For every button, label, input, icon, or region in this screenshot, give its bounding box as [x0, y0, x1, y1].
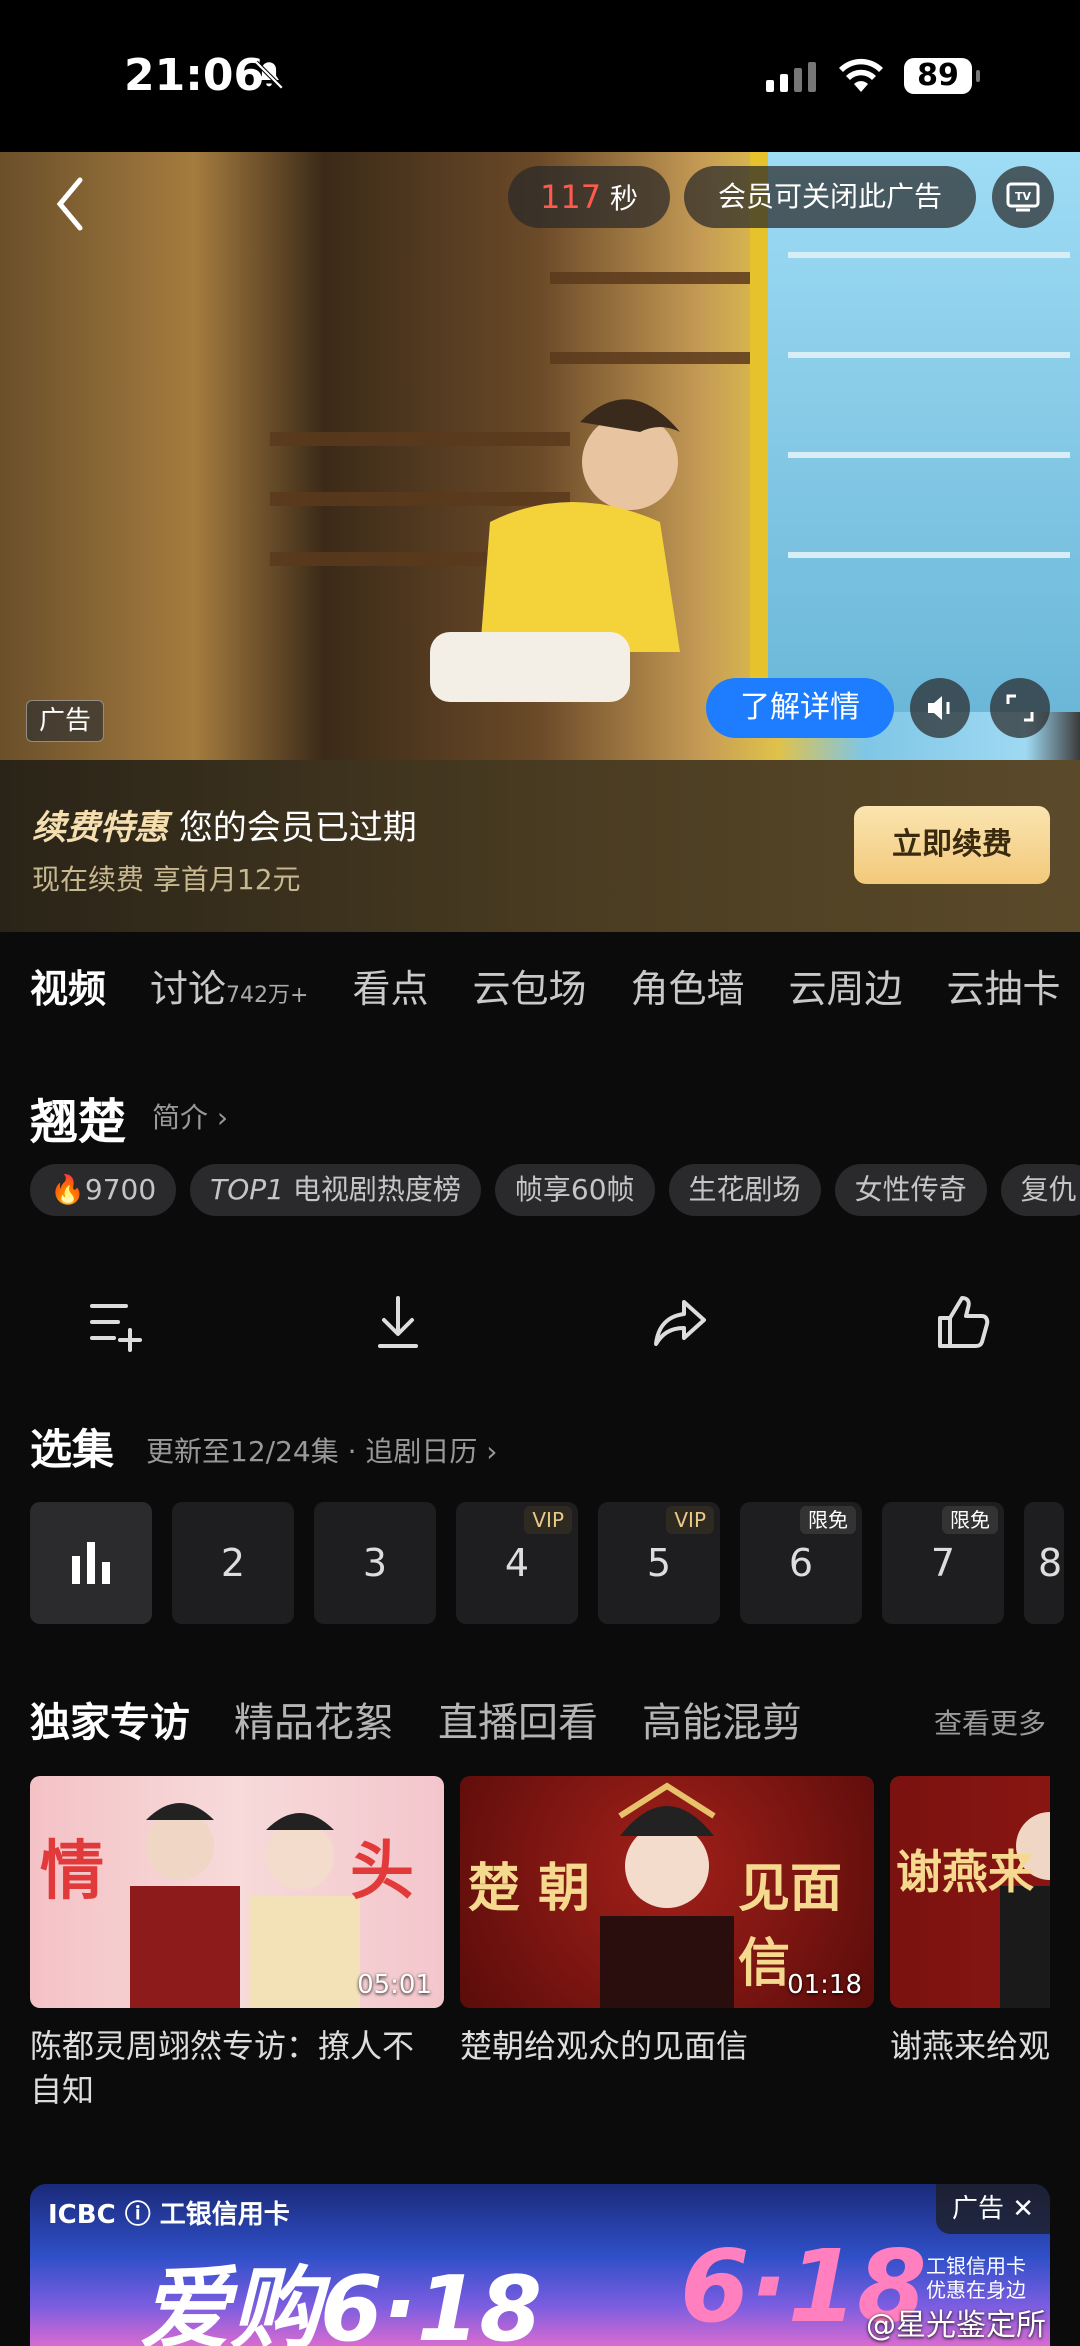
video-title: 楚朝给观众的见面信: [460, 2027, 749, 2065]
icbc-brand: ICBC ⓘ 工银信用卡: [48, 2200, 290, 2230]
chip-genre[interactable]: 女性传奇: [834, 1164, 987, 1216]
tab-highlights[interactable]: 看点: [352, 958, 428, 1013]
vip-close-ad-button[interactable]: 会员可关闭此广告: [684, 166, 976, 228]
renew-subtitle: 现在续费 享首月12元: [32, 863, 301, 896]
ad-video-player[interactable]: 117 秒 会员可关闭此广告 TV 广告 了解详情: [0, 152, 1080, 760]
episode-item[interactable]: 7 限免: [882, 1502, 1004, 1624]
episode-list: 2 3 4 VIP 5 VIP 6 限免 7 限免 8: [30, 1502, 1064, 1624]
fullscreen-icon: [1006, 694, 1034, 722]
ad-label: 广告: [26, 700, 105, 742]
cellular-signal-icon: [766, 62, 816, 92]
person-illustration: [430, 399, 680, 702]
share-icon[interactable]: [648, 1290, 712, 1354]
ad-close-badge[interactable]: 广告 ✕: [935, 2184, 1050, 2234]
shelf-decoration: [550, 272, 750, 284]
vip-badge: VIP: [524, 1506, 572, 1534]
speaker-icon: [928, 696, 950, 720]
tag-chips: 🔥9700 TOP1 电视剧热度榜 帧享60帧 生花剧场 女性传奇 复仇: [30, 1164, 1080, 1216]
like-icon[interactable]: [930, 1290, 994, 1354]
tv-cast-button[interactable]: TV: [992, 166, 1054, 228]
episodes-title: 选集: [30, 1425, 115, 1474]
free-badge: 限免: [942, 1506, 998, 1534]
video-thumbnail: 情 头 05:01: [30, 1776, 444, 2008]
video-card[interactable]: 情 头 05:01 陈都灵周翊然专访：撩人不自知: [30, 1776, 444, 2112]
watermark: @星光鉴定所: [866, 2308, 1046, 2343]
chip-60fps[interactable]: 帧享60帧: [494, 1164, 655, 1216]
see-more-link[interactable]: 查看更多: [934, 1702, 1046, 1742]
tab-highlight-mix[interactable]: 高能混剪: [642, 1690, 802, 1748]
learn-more-button[interactable]: 了解详情: [706, 678, 894, 738]
tv-icon: TV: [1006, 182, 1040, 212]
episode-item[interactable]: 6 限免: [740, 1502, 862, 1624]
bell-muted-icon: [254, 60, 284, 90]
tab-cloud-screening[interactable]: 云包场: [472, 958, 586, 1013]
episode-playing[interactable]: [30, 1502, 152, 1624]
video-title: 谢燕来给观众的: [890, 2027, 1050, 2065]
promo-text: 爱购6·18: [140, 2257, 543, 2346]
add-to-list-icon[interactable]: [84, 1290, 148, 1354]
fridge-decoration: [750, 152, 1080, 712]
video-title: 陈都灵周翊然专访：撩人不自知: [30, 2027, 415, 2109]
chip-revenge[interactable]: 复仇: [1000, 1164, 1080, 1216]
episode-item[interactable]: 2: [172, 1502, 294, 1624]
video-card[interactable]: 楚 朝 见面信 01:18 楚朝给观众的见面信: [460, 1776, 874, 2112]
ad-slogan: 工银信用卡 优惠在身边: [926, 2254, 1026, 2302]
extras-tabs: 独家专访 精品花絮 直播回看 高能混剪: [30, 1690, 802, 1748]
episode-item[interactable]: 8: [1024, 1502, 1064, 1624]
tab-video[interactable]: 视频: [30, 958, 106, 1013]
tab-cloud-merch[interactable]: 云周边: [789, 958, 903, 1013]
mute-button[interactable]: [910, 678, 970, 738]
content-tabs: 视频 讨论742万+ 看点 云包场 角色墙 云周边 云抽卡: [30, 958, 1061, 1013]
video-thumbnail: 谢燕来: [890, 1776, 1050, 2008]
tab-behind-scenes[interactable]: 精品花絮: [234, 1690, 394, 1748]
tab-cloud-cards[interactable]: 云抽卡: [947, 958, 1061, 1013]
ad-countdown: 117 秒: [508, 166, 670, 228]
renew-button[interactable]: 立即续费: [854, 806, 1050, 884]
episode-item[interactable]: 4 VIP: [456, 1502, 578, 1624]
wifi-icon: [839, 58, 883, 92]
episodes-update-info[interactable]: 更新至12/24集 · 追剧日历 ›: [146, 1430, 498, 1470]
video-duration: 01:18: [787, 1970, 862, 2000]
free-badge: 限免: [800, 1506, 856, 1534]
tab-live-replay[interactable]: 直播回看: [438, 1690, 598, 1748]
vip-badge: VIP: [666, 1506, 714, 1534]
tab-exclusive-interview[interactable]: 独家专访: [30, 1690, 190, 1748]
episode-item[interactable]: 3: [314, 1502, 436, 1624]
video-cards: 情 头 05:01 陈都灵周翊然专访：撩人不自知 楚 朝 见面信 01:18 楚…: [30, 1776, 1050, 2112]
tab-discussion[interactable]: 讨论742万+: [150, 958, 308, 1013]
video-duration: 05:01: [357, 1970, 432, 2000]
status-time: 21:06: [124, 50, 265, 101]
ranking-chip[interactable]: TOP1 电视剧热度榜: [190, 1164, 481, 1216]
fullscreen-button[interactable]: [990, 678, 1050, 738]
intro-link[interactable]: 简介 ›: [152, 1096, 228, 1136]
show-title: 翘楚: [30, 1094, 127, 1150]
download-icon[interactable]: [366, 1290, 430, 1354]
now-playing-icon: [72, 1542, 110, 1584]
renew-title: 续费特惠 您的会员已过期: [32, 808, 417, 848]
chip-theater[interactable]: 生花剧场: [668, 1164, 821, 1216]
svg-text:TV: TV: [1015, 190, 1032, 203]
membership-renew-banner: 续费特惠 您的会员已过期 现在续费 享首月12元 立即续费: [0, 760, 1080, 932]
episode-item[interactable]: 5 VIP: [598, 1502, 720, 1624]
shelf-decoration: [550, 352, 750, 364]
tab-character-wall[interactable]: 角色墙: [631, 958, 745, 1013]
status-bar: 21:06 89: [0, 0, 1080, 152]
back-icon[interactable]: [50, 174, 90, 234]
battery-indicator: 89: [904, 58, 980, 94]
video-thumbnail: 楚 朝 见面信 01:18: [460, 1776, 874, 2008]
flame-icon: 🔥: [50, 1173, 85, 1206]
heat-chip[interactable]: 🔥9700: [30, 1164, 177, 1216]
video-card[interactable]: 谢燕来 谢燕来给观众的: [890, 1776, 1050, 2112]
